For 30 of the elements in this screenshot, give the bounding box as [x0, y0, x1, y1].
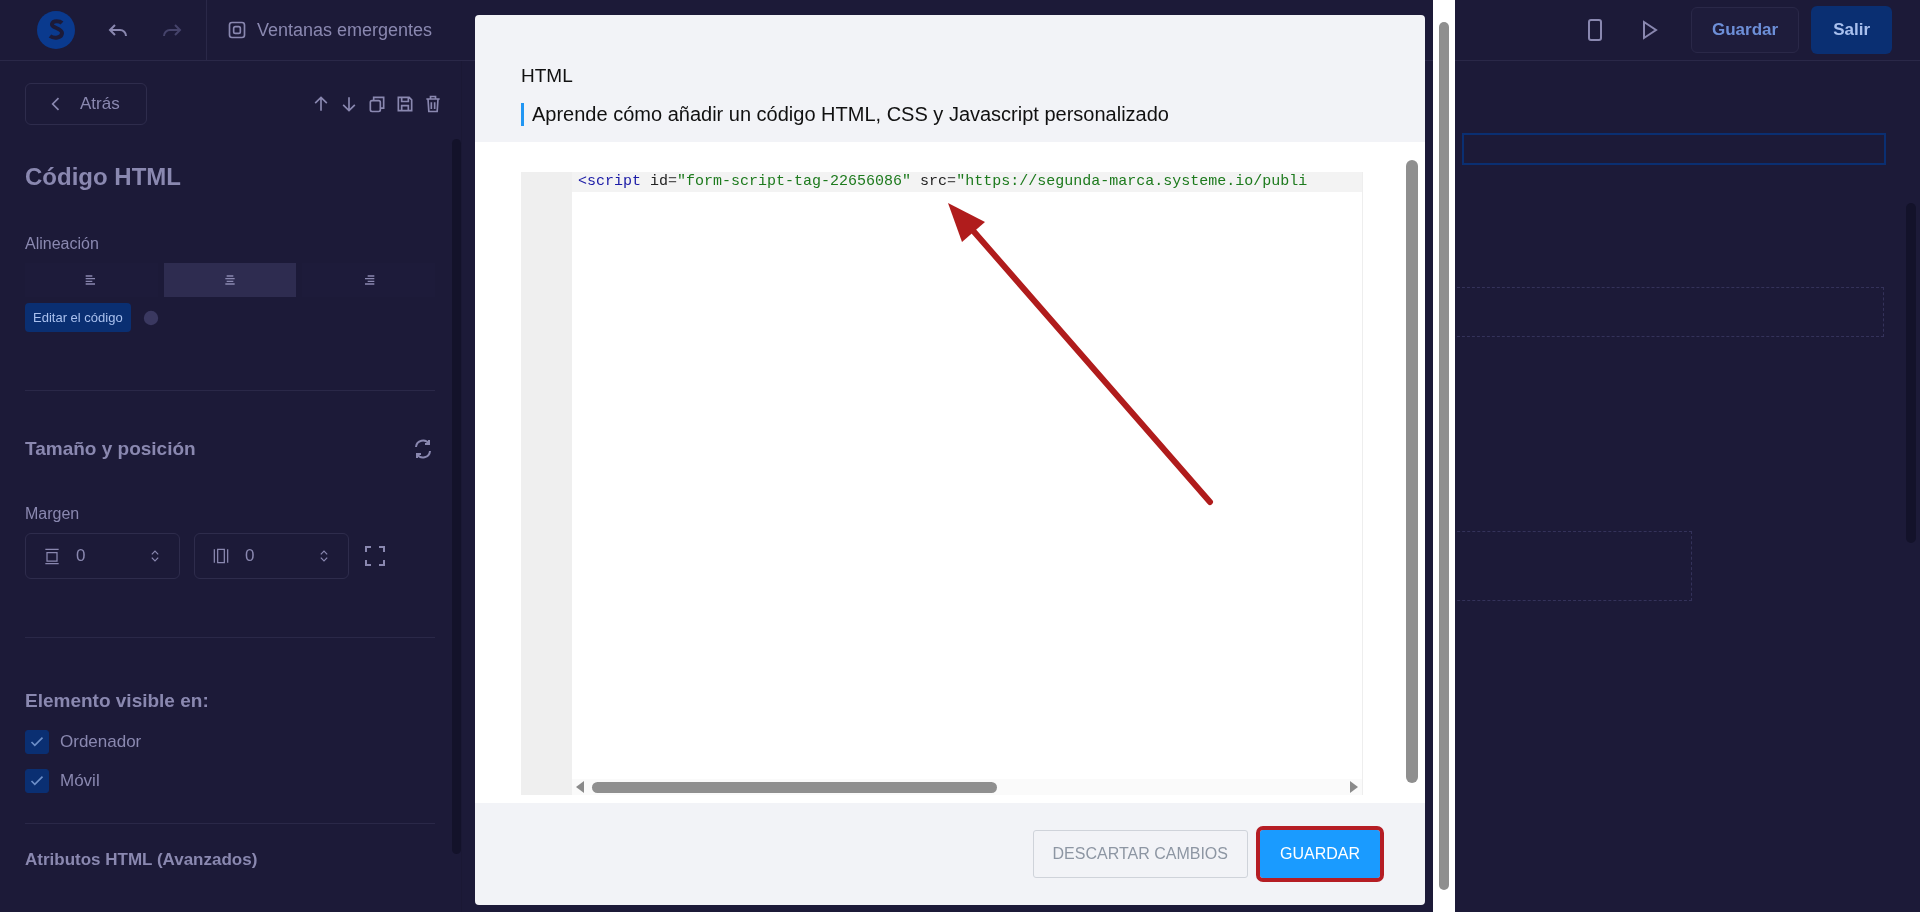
exit-button[interactable]: Salir: [1811, 6, 1892, 54]
trash-icon[interactable]: [423, 94, 443, 114]
section-label[interactable]: Ventanas emergentes: [257, 19, 433, 41]
expand-icon[interactable]: [363, 544, 387, 568]
edit-code-button[interactable]: Editar el código: [25, 303, 131, 332]
copy-icon[interactable]: [367, 94, 387, 114]
horizontal-margin-icon: [211, 546, 231, 566]
vertical-margin-field[interactable]: 0: [25, 533, 180, 579]
save-icon[interactable]: [395, 94, 415, 114]
section-title: Tamaño y posición: [25, 438, 196, 460]
alignment-label: Alineación: [25, 235, 100, 253]
horizontal-margin-field[interactable]: 0: [194, 533, 349, 579]
scrollbar[interactable]: [1433, 0, 1455, 912]
dialog-title: HTML: [521, 65, 574, 87]
panel-title: Código HTML: [25, 163, 182, 191]
margin-label: Margen: [25, 505, 81, 523]
horizontal-scrollbar[interactable]: [572, 779, 1362, 795]
checkbox-label: Ordenador: [60, 732, 142, 752]
checkbox[interactable]: [25, 730, 49, 754]
square-icon: [227, 20, 247, 40]
checkbox[interactable]: [25, 769, 49, 793]
vertical-margin-icon: [42, 546, 62, 566]
back-button[interactable]: Atrás: [25, 83, 147, 125]
help-link[interactable]: Aprende cómo añadir un código HTML, CSS y Javascript personalizado: [521, 103, 1379, 126]
checkbox-label: Móvil: [60, 771, 100, 791]
section-title: Elemento visible en:: [25, 690, 210, 712]
discard-button[interactable]: DESCARTAR CAMBIOS: [1032, 830, 1248, 878]
section-title: Atributos HTML (Avanzados): [25, 850, 259, 870]
align-icon: [222, 272, 238, 288]
save-button[interactable]: Guardar: [1691, 7, 1800, 53]
